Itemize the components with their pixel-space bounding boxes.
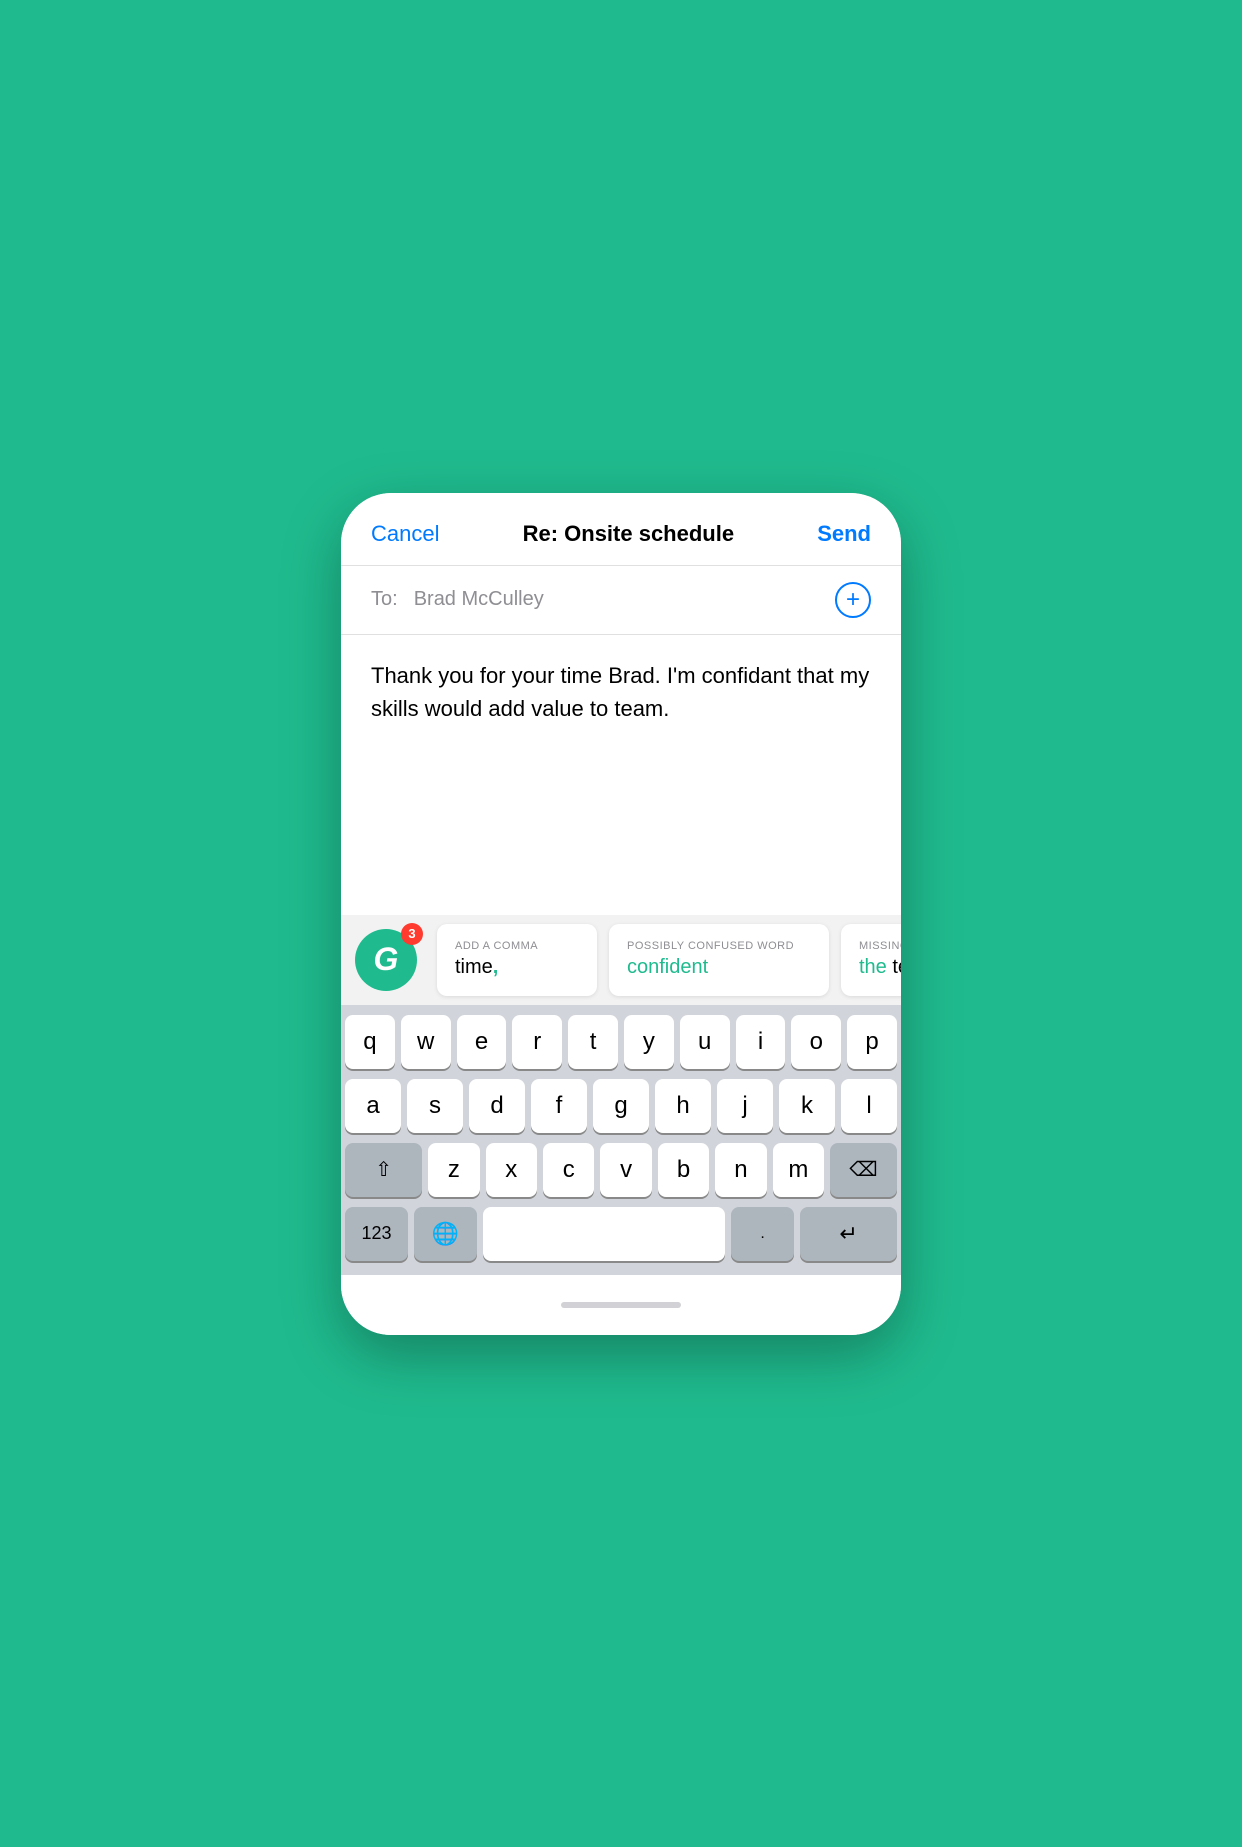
key-f[interactable]: f bbox=[531, 1079, 587, 1133]
key-q[interactable]: q bbox=[345, 1015, 395, 1069]
email-subject: Re: Onsite schedule bbox=[523, 521, 735, 547]
keyboard-row-4: 123 🌐 . ↵ bbox=[345, 1207, 897, 1261]
key-h[interactable]: h bbox=[655, 1079, 711, 1133]
key-j[interactable]: j bbox=[717, 1079, 773, 1133]
cancel-button[interactable]: Cancel bbox=[371, 521, 439, 547]
key-s[interactable]: s bbox=[407, 1079, 463, 1133]
key-t[interactable]: t bbox=[568, 1015, 618, 1069]
num-key[interactable]: 123 bbox=[345, 1207, 408, 1261]
suggestions-bar: G 3 ADD A COMMA time, POSSIBLY CONFUSED … bbox=[341, 915, 901, 1005]
recipient-name: Brad McCulley bbox=[414, 588, 835, 611]
to-label: To: bbox=[371, 588, 398, 611]
key-c[interactable]: c bbox=[543, 1143, 594, 1197]
key-i[interactable]: i bbox=[736, 1015, 786, 1069]
suggestion-value-3: the te bbox=[859, 956, 901, 979]
key-b[interactable]: b bbox=[658, 1143, 709, 1197]
globe-key[interactable]: 🌐 bbox=[414, 1207, 477, 1261]
suggestion-label-2: POSSIBLY CONFUSED WORD bbox=[627, 940, 811, 952]
key-g[interactable]: g bbox=[593, 1079, 649, 1133]
space-key[interactable] bbox=[483, 1207, 725, 1261]
suggestion-value-1: time, bbox=[455, 956, 579, 979]
key-z[interactable]: z bbox=[428, 1143, 479, 1197]
email-body[interactable]: Thank you for your time Brad. I'm confid… bbox=[341, 635, 901, 915]
key-l[interactable]: l bbox=[841, 1079, 897, 1133]
shift-key[interactable]: ⇧ bbox=[345, 1143, 422, 1197]
grammarly-badge: 3 bbox=[401, 923, 423, 945]
keyboard-row-1: q w e r t y u i o p bbox=[345, 1015, 897, 1069]
suggestion-missing-word[interactable]: MISSING the te bbox=[841, 924, 901, 996]
suggestion-add-comma[interactable]: ADD A COMMA time, bbox=[437, 924, 597, 996]
key-v[interactable]: v bbox=[600, 1143, 651, 1197]
phone-bottom bbox=[341, 1275, 901, 1335]
suggestion-confused-word[interactable]: POSSIBLY CONFUSED WORD confident bbox=[609, 924, 829, 996]
key-k[interactable]: k bbox=[779, 1079, 835, 1133]
grammarly-icon[interactable]: G 3 bbox=[341, 915, 431, 1005]
home-indicator bbox=[561, 1302, 681, 1308]
key-y[interactable]: y bbox=[624, 1015, 674, 1069]
keyboard-row-3: ⇧ z x c v b n m ⌫ bbox=[345, 1143, 897, 1197]
key-u[interactable]: u bbox=[680, 1015, 730, 1069]
comma-highlight: , bbox=[493, 956, 499, 978]
key-a[interactable]: a bbox=[345, 1079, 401, 1133]
email-header: Cancel Re: Onsite schedule Send bbox=[341, 493, 901, 566]
keyboard-row-2: a s d f g h j k l bbox=[345, 1079, 897, 1133]
keyboard: q w e r t y u i o p a s d f g h j k bbox=[341, 1005, 901, 1275]
period-key[interactable]: . bbox=[731, 1207, 794, 1261]
suggestion-label-1: ADD A COMMA bbox=[455, 940, 579, 952]
return-key[interactable]: ↵ bbox=[800, 1207, 897, 1261]
key-d[interactable]: d bbox=[469, 1079, 525, 1133]
key-w[interactable]: w bbox=[401, 1015, 451, 1069]
to-field: To: Brad McCulley + bbox=[341, 566, 901, 635]
key-n[interactable]: n bbox=[715, 1143, 766, 1197]
key-e[interactable]: e bbox=[457, 1015, 507, 1069]
suggestion-value-2: confident bbox=[627, 956, 811, 979]
key-x[interactable]: x bbox=[486, 1143, 537, 1197]
phone-wrapper: Cancel Re: Onsite schedule Send To: Brad… bbox=[311, 473, 931, 1375]
send-button[interactable]: Send bbox=[817, 521, 871, 547]
key-o[interactable]: o bbox=[791, 1015, 841, 1069]
add-contact-button[interactable]: + bbox=[835, 582, 871, 618]
key-r[interactable]: r bbox=[512, 1015, 562, 1069]
missing-green-word: the bbox=[859, 956, 887, 978]
email-compose: Cancel Re: Onsite schedule Send To: Brad… bbox=[341, 493, 901, 915]
delete-key[interactable]: ⌫ bbox=[830, 1143, 897, 1197]
phone: Cancel Re: Onsite schedule Send To: Brad… bbox=[341, 493, 901, 1335]
key-p[interactable]: p bbox=[847, 1015, 897, 1069]
key-m[interactable]: m bbox=[773, 1143, 824, 1197]
suggestion-label-3: MISSING bbox=[859, 940, 901, 952]
email-body-text: Thank you for your time Brad. I'm confid… bbox=[371, 659, 871, 725]
grammarly-g-letter: G bbox=[374, 941, 399, 978]
